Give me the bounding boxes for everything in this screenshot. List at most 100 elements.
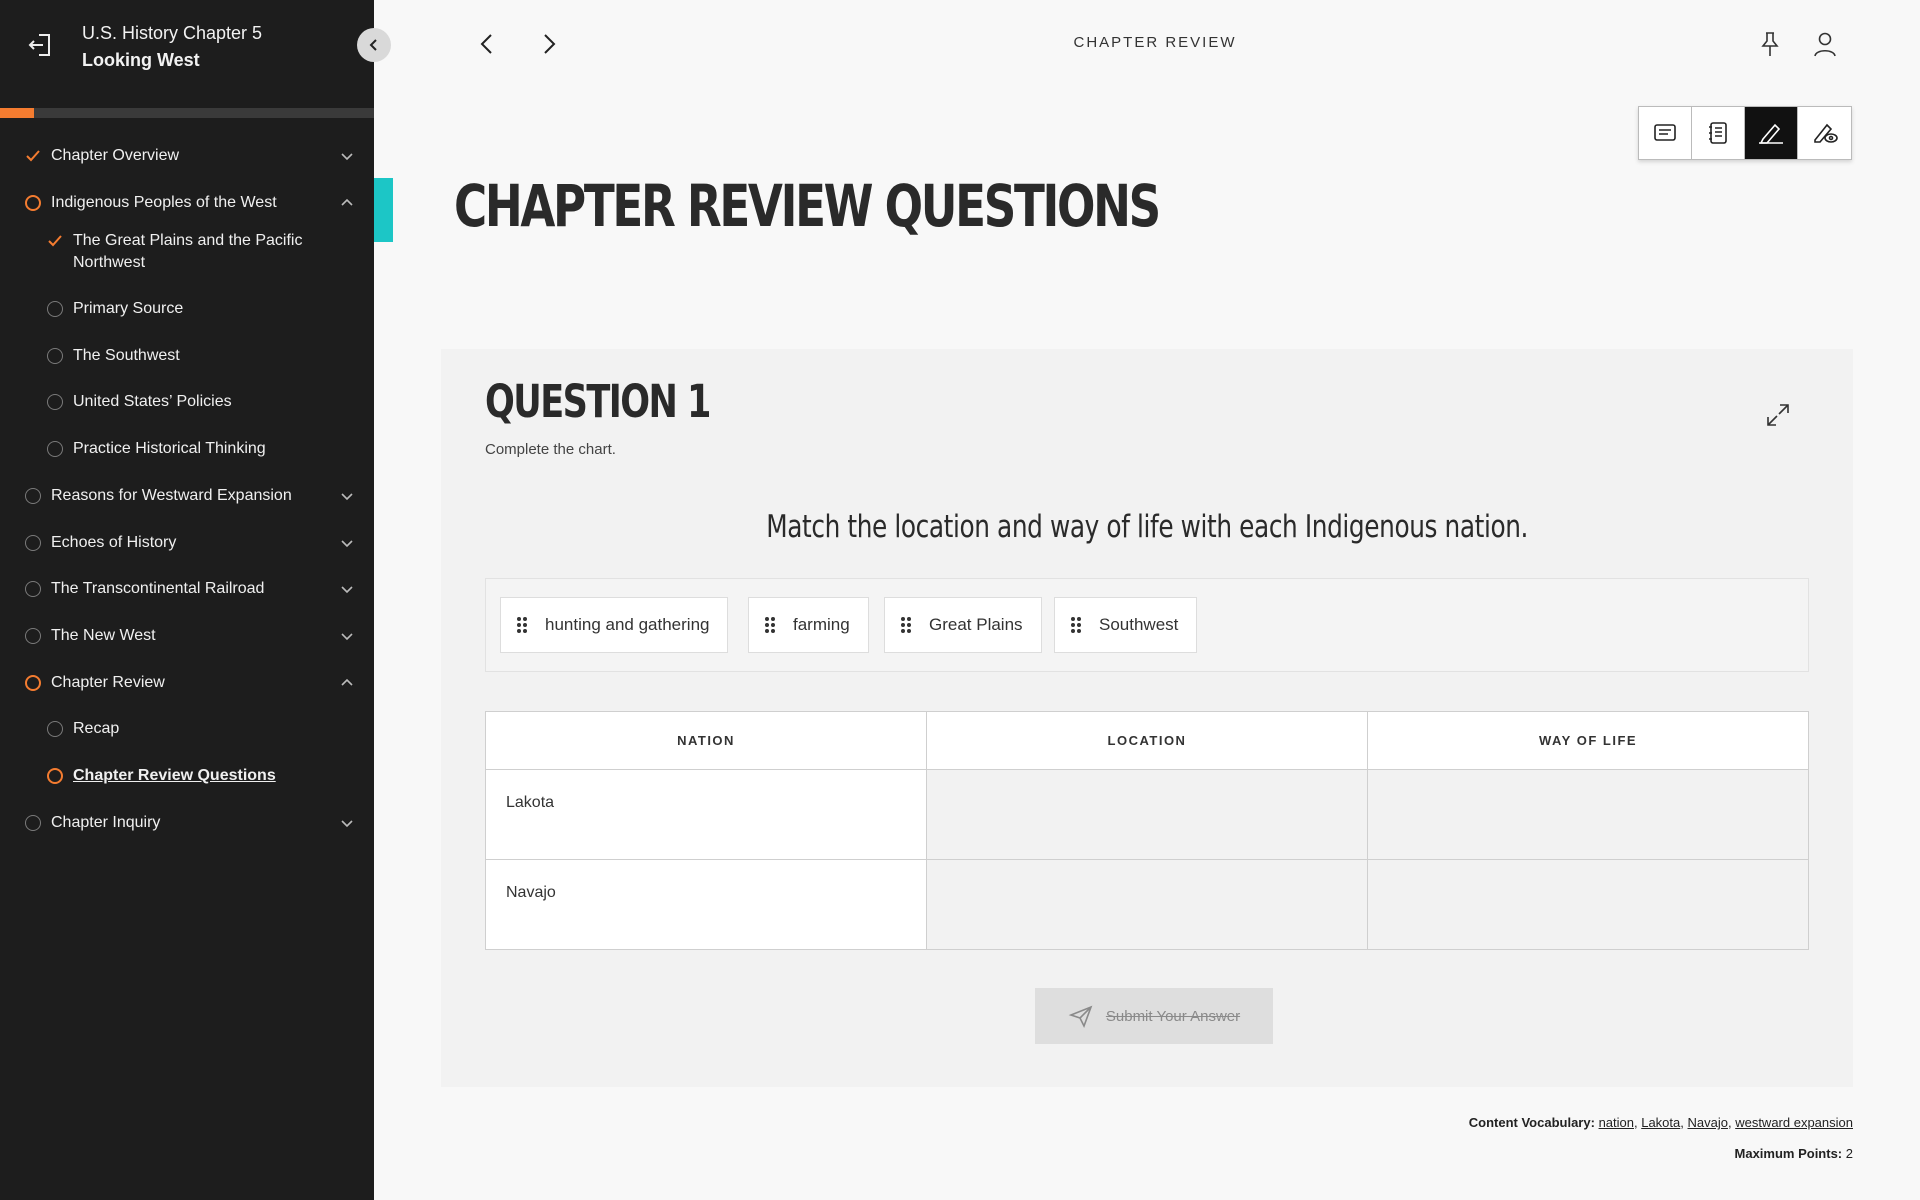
- sidebar-item-label: The New West: [51, 627, 156, 644]
- chevron-down-icon[interactable]: [340, 536, 354, 550]
- column-header-way-of-life: WAY OF LIFE: [1367, 711, 1809, 770]
- vocab-link-nation[interactable]: nation: [1599, 1115, 1634, 1130]
- empty-circle-icon: [47, 348, 63, 364]
- sidebar-item[interactable]: The Southwest: [0, 345, 374, 367]
- empty-circle-icon: [47, 301, 63, 317]
- send-icon: [1068, 1005, 1093, 1028]
- book-title: U.S. History Chapter 5 Looking West: [82, 20, 262, 74]
- sidebar-item-label: Chapter Review: [51, 674, 165, 691]
- answer-chip-label: hunting and gathering: [545, 615, 710, 634]
- progress-fill: [0, 108, 34, 118]
- drag-handle-icon: [517, 617, 527, 633]
- answer-chip[interactable]: hunting and gathering: [500, 597, 729, 653]
- question-prompt: Match the location and way of life with …: [441, 509, 1853, 545]
- table-row: Lakota: [485, 769, 1809, 860]
- in-progress-circle-icon: [47, 768, 63, 784]
- main-content: CHAPTER REVIEW CHAPTER REVIEW QUESTIONS …: [374, 0, 1920, 1200]
- sidebar-item[interactable]: The Transcontinental Railroad: [0, 578, 374, 600]
- sidebar-item[interactable]: Chapter Inquiry: [0, 812, 374, 834]
- way-of-life-drop-zone[interactable]: [1367, 859, 1809, 950]
- vocab-link-westward-expansion[interactable]: westward expansion: [1735, 1115, 1853, 1130]
- notes-tool-button[interactable]: [1692, 107, 1745, 159]
- notebook-icon: [1709, 122, 1727, 144]
- sidebar-item[interactable]: Reasons for Westward Expansion: [0, 485, 374, 507]
- location-drop-zone[interactable]: [926, 859, 1368, 950]
- empty-circle-icon: [25, 815, 41, 831]
- chevron-down-icon[interactable]: [340, 149, 354, 163]
- submit-answer-button[interactable]: Submit Your Answer: [1035, 988, 1273, 1044]
- sidebar-item[interactable]: Recap: [0, 718, 374, 740]
- chevron-left-icon: [369, 39, 377, 51]
- expand-icon[interactable]: [1765, 402, 1791, 428]
- annotate-tool-button[interactable]: [1745, 107, 1798, 159]
- sidebar-item[interactable]: Practice Historical Thinking: [0, 438, 374, 460]
- chevron-down-icon[interactable]: [340, 489, 354, 503]
- answer-chip[interactable]: Southwest: [1054, 597, 1198, 653]
- sidebar-item-label: Chapter Inquiry: [51, 814, 161, 831]
- question-instruction: Complete the chart.: [485, 441, 616, 458]
- sidebar-header: U.S. History Chapter 5 Looking West: [0, 0, 374, 88]
- vocab-label: Content Vocabulary:: [1468, 1115, 1595, 1130]
- vocab-link-lakota[interactable]: Lakota: [1641, 1115, 1680, 1130]
- matching-table: NATION LOCATION WAY OF LIFE Lakota Navaj…: [485, 711, 1809, 950]
- chevron-down-icon[interactable]: [340, 582, 354, 596]
- answer-chip-tray: hunting and gathering farming Great Plains…: [485, 578, 1809, 672]
- answer-chip-label: Southwest: [1099, 615, 1179, 634]
- nation-cell: Navajo: [485, 859, 927, 950]
- vocab-link-navajo[interactable]: Navajo: [1688, 1115, 1728, 1130]
- points-label: Maximum Points:: [1734, 1146, 1843, 1161]
- chevron-up-icon[interactable]: [340, 196, 354, 210]
- location-drop-zone[interactable]: [926, 769, 1368, 860]
- empty-circle-icon: [25, 581, 41, 597]
- captions-icon: [1654, 124, 1676, 141]
- show-annotations-tool-button[interactable]: [1798, 107, 1851, 159]
- content-vocabulary: Content Vocabulary: nation, Lakota, Nava…: [1468, 1115, 1853, 1130]
- in-progress-circle-icon: [25, 675, 41, 691]
- sidebar-item[interactable]: Indigenous Peoples of the West: [0, 192, 374, 214]
- chevron-up-icon[interactable]: [340, 676, 354, 690]
- chevron-down-icon[interactable]: [340, 629, 354, 643]
- empty-circle-icon: [25, 535, 41, 551]
- sidebar-item-label: Primary Source: [73, 300, 184, 317]
- column-header-nation: NATION: [485, 711, 927, 770]
- title-accent-bar: [374, 178, 393, 242]
- chapter-title: Looking West: [82, 50, 200, 70]
- way-of-life-drop-zone[interactable]: [1367, 769, 1809, 860]
- sidebar-item[interactable]: Primary Source: [0, 298, 374, 320]
- pen-eye-icon: [1813, 123, 1838, 143]
- empty-circle-icon: [47, 394, 63, 410]
- sidebar-item-label: Recap: [73, 720, 120, 737]
- sidebar-item-label: The Transcontinental Railroad: [51, 580, 265, 597]
- answer-chip-label: farming: [793, 615, 850, 634]
- chevron-down-icon[interactable]: [340, 816, 354, 830]
- empty-circle-icon: [47, 721, 63, 737]
- collapse-sidebar-button[interactable]: [357, 28, 391, 62]
- sidebar-item-label: Chapter Review Questions: [73, 767, 276, 784]
- column-header-location: LOCATION: [926, 711, 1368, 770]
- empty-circle-icon: [25, 488, 41, 504]
- drag-handle-icon: [1071, 617, 1081, 633]
- answer-chip[interactable]: Great Plains: [884, 597, 1042, 653]
- sidebar-item-label: The Great Plains and the Pacific Northwe…: [73, 232, 303, 271]
- question-card: QUESTION 1 Complete the chart. Match the…: [441, 349, 1853, 1087]
- course-title: U.S. History Chapter 5: [82, 23, 263, 43]
- question-title: QUESTION 1: [485, 375, 711, 428]
- answer-chip-label: Great Plains: [929, 615, 1023, 634]
- sidebar: U.S. History Chapter 5 Looking West Chap…: [0, 0, 374, 1200]
- sidebar-item[interactable]: Echoes of History: [0, 532, 374, 554]
- sidebar-item[interactable]: Chapter Review Questions: [0, 765, 374, 787]
- answer-chip[interactable]: farming: [748, 597, 869, 653]
- exit-icon[interactable]: [26, 30, 56, 60]
- pin-icon[interactable]: [1758, 30, 1782, 58]
- sidebar-item[interactable]: United States’ Policies: [0, 391, 374, 413]
- sidebar-item[interactable]: Chapter Review: [0, 672, 374, 694]
- sidebar-item-label: Echoes of History: [51, 534, 177, 551]
- sidebar-item[interactable]: The New West: [0, 625, 374, 647]
- sidebar-item[interactable]: The Great Plains and the Pacific Northwe…: [0, 230, 374, 274]
- sidebar-item-label: Indigenous Peoples of the West: [51, 194, 277, 211]
- question-prompt-text: Match the location and way of life with …: [766, 509, 1528, 545]
- sidebar-item[interactable]: Chapter Overview: [0, 145, 374, 167]
- captions-tool-button[interactable]: [1639, 107, 1692, 159]
- user-profile-icon[interactable]: [1812, 30, 1838, 58]
- maximum-points: Maximum Points: 2: [1735, 1146, 1853, 1161]
